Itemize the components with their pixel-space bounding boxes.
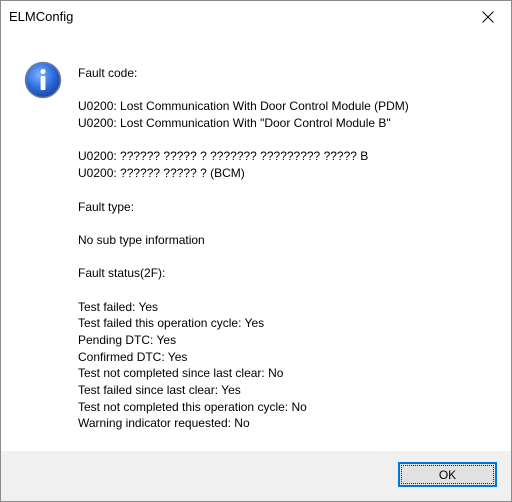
ok-button[interactable]: OK — [398, 462, 497, 487]
message-line: U0200: ?????? ????? ? ??????? ????????? … — [78, 149, 369, 164]
message-line: U0200: Lost Communication With Door Cont… — [78, 99, 409, 114]
message-line: Fault status(2F): — [78, 266, 166, 281]
info-icon — [24, 61, 62, 99]
message-line: Test failed since last clear: Yes — [78, 383, 241, 398]
message-line: Fault code: — [78, 66, 138, 80]
window-title: ELMConfig — [9, 9, 74, 24]
message-line: Confirmed DTC: Yes — [78, 349, 188, 364]
message-line: Warning indicator requested: No — [78, 416, 250, 431]
focus-rectangle — [401, 465, 494, 484]
message-line: Test failed: Yes — [78, 299, 159, 314]
close-icon — [482, 10, 494, 23]
message-line: U0200: ?????? ????? ? (BCM) — [78, 166, 245, 181]
message-line: Test not completed this operation cycle:… — [78, 399, 307, 414]
button-bar: OK — [1, 451, 511, 501]
message-text: Fault code: U0200: Lost Communication Wi… — [78, 65, 498, 432]
message-line: Pending DTC: Yes — [78, 333, 177, 347]
close-button[interactable] — [465, 1, 511, 32]
message-dialog: ELMConfig Fault code: U0200: Lost Commun… — [0, 0, 512, 502]
message-line: Fault type: — [78, 199, 135, 214]
message-line: No sub type information — [78, 232, 205, 247]
message-line: Test failed this operation cycle: Yes — [78, 316, 265, 331]
message-line: Test not completed since last clear: No — [78, 366, 284, 381]
message-line: U0200: Lost Communication With "Door Con… — [78, 116, 391, 131]
title-bar[interactable]: ELMConfig — [1, 1, 511, 33]
